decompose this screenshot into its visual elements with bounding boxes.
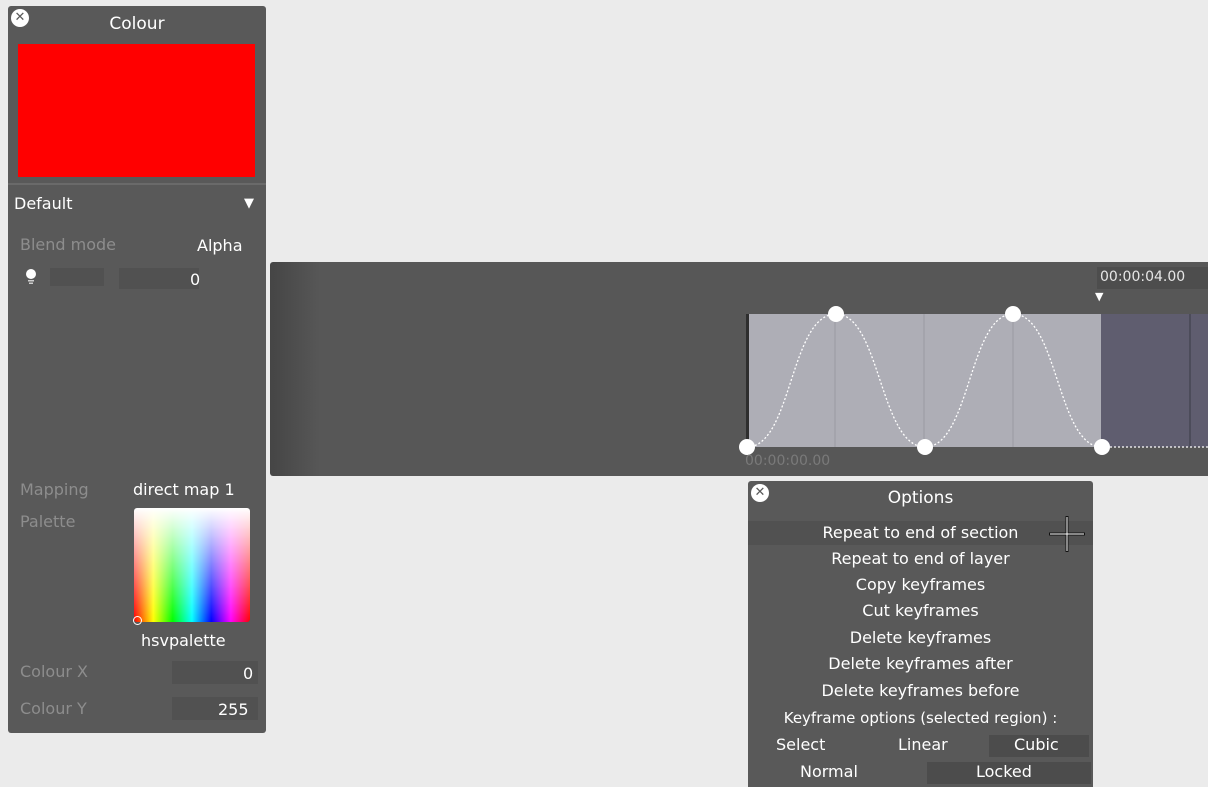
keyframe-options-label: Keyframe options (selected region) : [783, 709, 1058, 727]
colour-y-label: Colour Y [20, 699, 87, 718]
colour-panel: ✕ Colour Default ▼ Blend mode Alpha 0 Ma… [8, 6, 266, 733]
colour-x-label: Colour X [20, 662, 88, 681]
crosshair-cursor-icon [1049, 516, 1085, 552]
linear-button[interactable]: Linear [898, 735, 948, 754]
after-region [1101, 314, 1208, 447]
preset-dropdown-label[interactable]: Default [14, 194, 72, 213]
menu-item-repeat-layer[interactable]: Repeat to end of layer [748, 547, 1093, 571]
menu-item-delete-keyframes[interactable]: Delete keyframes [748, 626, 1093, 650]
select-button[interactable]: Select [776, 735, 825, 754]
normal-button[interactable]: Normal [800, 762, 858, 781]
panel-title: Colour [109, 14, 165, 34]
selected-region [749, 314, 1101, 447]
palette-name: hsvpalette [141, 631, 226, 650]
lightbulb-icon [24, 268, 38, 286]
keyframe-point [1005, 306, 1021, 322]
brightness-field[interactable] [119, 268, 199, 289]
blend-mode-label: Blend mode [20, 235, 117, 254]
options-menu: ✕ Options Repeat to end of section Repea… [748, 481, 1093, 787]
keyframe-graph[interactable] [270, 262, 1208, 476]
colour-swatch[interactable] [18, 44, 255, 177]
options-title: Options [887, 488, 954, 508]
palette-label: Palette [20, 512, 76, 531]
chevron-down-icon[interactable]: ▼ [244, 196, 254, 211]
menu-item-delete-after[interactable]: Delete keyframes after [748, 652, 1093, 676]
brightness-slider[interactable] [50, 268, 104, 286]
menu-item-cut-keyframes[interactable]: Cut keyframes [748, 599, 1093, 623]
colour-y-value: 255 [218, 700, 249, 719]
blend-mode-value[interactable]: Alpha [197, 236, 243, 255]
brightness-value: 0 [190, 270, 201, 289]
keyframe-point [917, 439, 933, 455]
menu-item-delete-before[interactable]: Delete keyframes before [748, 679, 1093, 703]
keyframe-point [1094, 439, 1110, 455]
keyframe-point [828, 306, 844, 322]
timeline-panel[interactable]: 00:00:04.00 ▼ 00:00:00.00 [270, 262, 1208, 476]
cubic-button[interactable]: Cubic [1014, 735, 1059, 754]
menu-item-repeat-section[interactable]: Repeat to end of section [748, 521, 1093, 545]
mapping-value[interactable]: direct map 1 [133, 480, 235, 499]
hsv-palette[interactable] [134, 508, 250, 622]
start-time-label: 00:00:00.00 [745, 453, 831, 469]
mapping-label: Mapping [20, 480, 89, 499]
colour-x-value: 0 [243, 664, 254, 683]
menu-item-copy-keyframes[interactable]: Copy keyframes [748, 573, 1093, 597]
palette-cursor[interactable] [133, 616, 142, 625]
locked-button[interactable]: Locked [976, 762, 1032, 781]
divider [8, 183, 266, 185]
